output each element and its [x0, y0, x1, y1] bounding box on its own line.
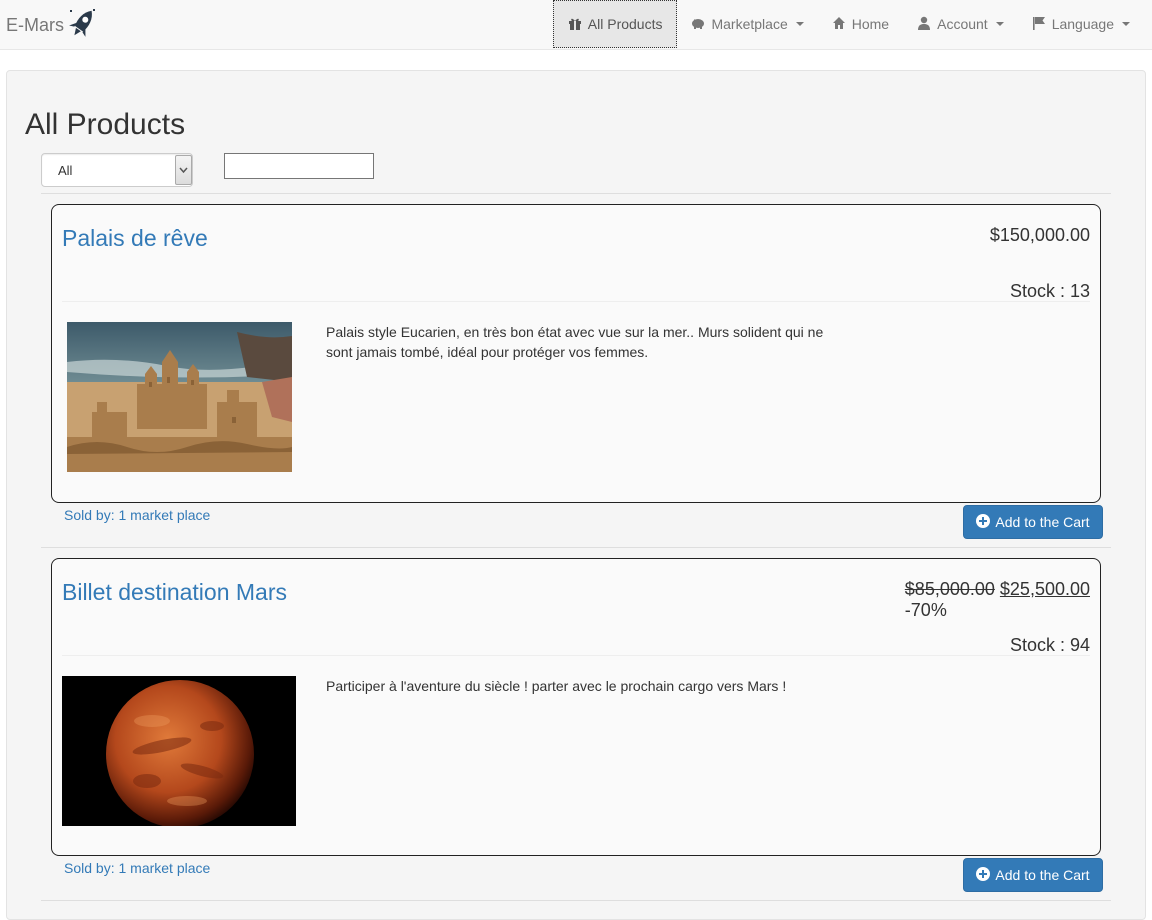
nav-all-products-label: All Products: [587, 16, 663, 32]
nav-marketplace[interactable]: Marketplace: [677, 0, 817, 48]
product-card: Billet destination Mars $85,000.00 $25,5…: [51, 558, 1101, 856]
divider: [62, 655, 1090, 656]
original-price: $85,000.00: [904, 579, 995, 599]
category-filter-select[interactable]: All: [41, 153, 193, 187]
chevron-down-icon: [995, 22, 1004, 26]
mars-planet-image: [62, 676, 296, 826]
flag-icon: [1032, 16, 1046, 33]
product-description: Participer à l'aventure du siècle ! part…: [326, 678, 787, 694]
category-filter-value: All: [58, 163, 73, 178]
chevron-down-icon: [795, 22, 804, 26]
brand-link[interactable]: E-Mars: [6, 8, 98, 42]
sand-castle-image: [67, 322, 292, 472]
brand-name: E-Mars: [6, 14, 64, 35]
add-to-cart-label: Add to the Cart: [995, 514, 1090, 530]
product-price: $85,000.00 $25,500.00 -70%: [905, 579, 1090, 621]
user-icon: [917, 16, 931, 33]
plus-circle-icon: [976, 513, 991, 531]
divider: [41, 900, 1111, 901]
home-icon: [832, 16, 846, 33]
search-input[interactable]: [224, 153, 374, 179]
product-stock: Stock : 94: [1009, 635, 1090, 655]
rocket-icon: [68, 6, 98, 45]
nav-account[interactable]: Account: [903, 0, 1018, 48]
nav-account-label: Account: [937, 16, 988, 32]
sold-by-link[interactable]: Sold by: 1 market place: [64, 507, 210, 523]
nav-all-products[interactable]: All Products: [552, 0, 678, 48]
nav-marketplace-label: Marketplace: [711, 16, 788, 32]
product-title[interactable]: Palais de rêve: [62, 225, 208, 252]
product-description: Palais style Eucarien, en très bon état …: [326, 324, 824, 360]
add-to-cart-button[interactable]: Add to the Cart: [963, 858, 1103, 892]
add-to-cart-label: Add to the Cart: [995, 867, 1090, 883]
main-nav: All Products Marketplace Home Account La…: [552, 0, 1144, 50]
chevron-down-icon[interactable]: [175, 155, 192, 185]
plus-circle-icon: [976, 866, 991, 884]
product-stock: Stock : 13: [1009, 281, 1090, 301]
gift-icon: [568, 16, 582, 33]
navbar: E-Mars All Products Marketplace Home Acc…: [0, 0, 1152, 50]
product-price: $150,000.00: [990, 225, 1090, 246]
add-to-cart-button[interactable]: Add to the Cart: [963, 505, 1103, 539]
product-card: Palais de rêve $150,000.00 Stock : 13 Pa…: [51, 204, 1101, 503]
product-title[interactable]: Billet destination Mars: [62, 579, 287, 606]
nav-language-label: Language: [1051, 16, 1114, 32]
sold-by-link[interactable]: Sold by: 1 market place: [64, 860, 210, 876]
divider: [62, 301, 1090, 302]
divider: [41, 193, 1111, 194]
chevron-down-icon: [1122, 22, 1130, 26]
piggy-bank-icon: [691, 16, 705, 33]
price-value: $150,000.00: [989, 225, 1090, 245]
page-title: All Products: [25, 108, 186, 141]
nav-home[interactable]: Home: [818, 0, 903, 48]
nav-home-label: Home: [851, 16, 890, 32]
discount-badge: -70%: [904, 600, 947, 620]
price-value: $25,500.00: [999, 579, 1090, 599]
nav-language[interactable]: Language: [1018, 0, 1144, 48]
divider: [41, 547, 1111, 548]
